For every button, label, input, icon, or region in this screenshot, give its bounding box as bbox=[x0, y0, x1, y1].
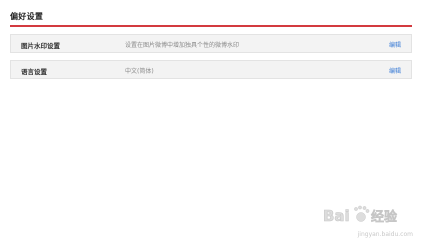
svg-text:经验: 经验 bbox=[371, 209, 398, 225]
row-description-watermark: 设置在图片微博中增加独具个性的微博水印 bbox=[125, 42, 240, 49]
row-label-watermark: 图片水印设置 bbox=[21, 42, 60, 50]
watermark-url: jingyan.baidu.com bbox=[357, 231, 413, 238]
svg-text:Bai: Bai bbox=[323, 207, 350, 225]
baidu-jingyan-watermark: Bai 经验 bbox=[323, 205, 398, 225]
settings-row-language: 语言设置 中文(简体) 编辑 bbox=[10, 60, 412, 79]
edit-language-link[interactable]: 编辑 bbox=[389, 66, 401, 75]
section-title: 偏好设置 bbox=[10, 12, 44, 21]
section-divider bbox=[10, 25, 412, 27]
settings-row-watermark: 图片水印设置 设置在图片微博中增加独具个性的微博水印 编辑 bbox=[10, 34, 412, 53]
edit-watermark-link[interactable]: 编辑 bbox=[389, 40, 401, 49]
row-label-language: 语言设置 bbox=[21, 68, 47, 76]
row-description-language: 中文(简体) bbox=[125, 68, 154, 75]
baidu-paw-icon bbox=[354, 205, 370, 222]
